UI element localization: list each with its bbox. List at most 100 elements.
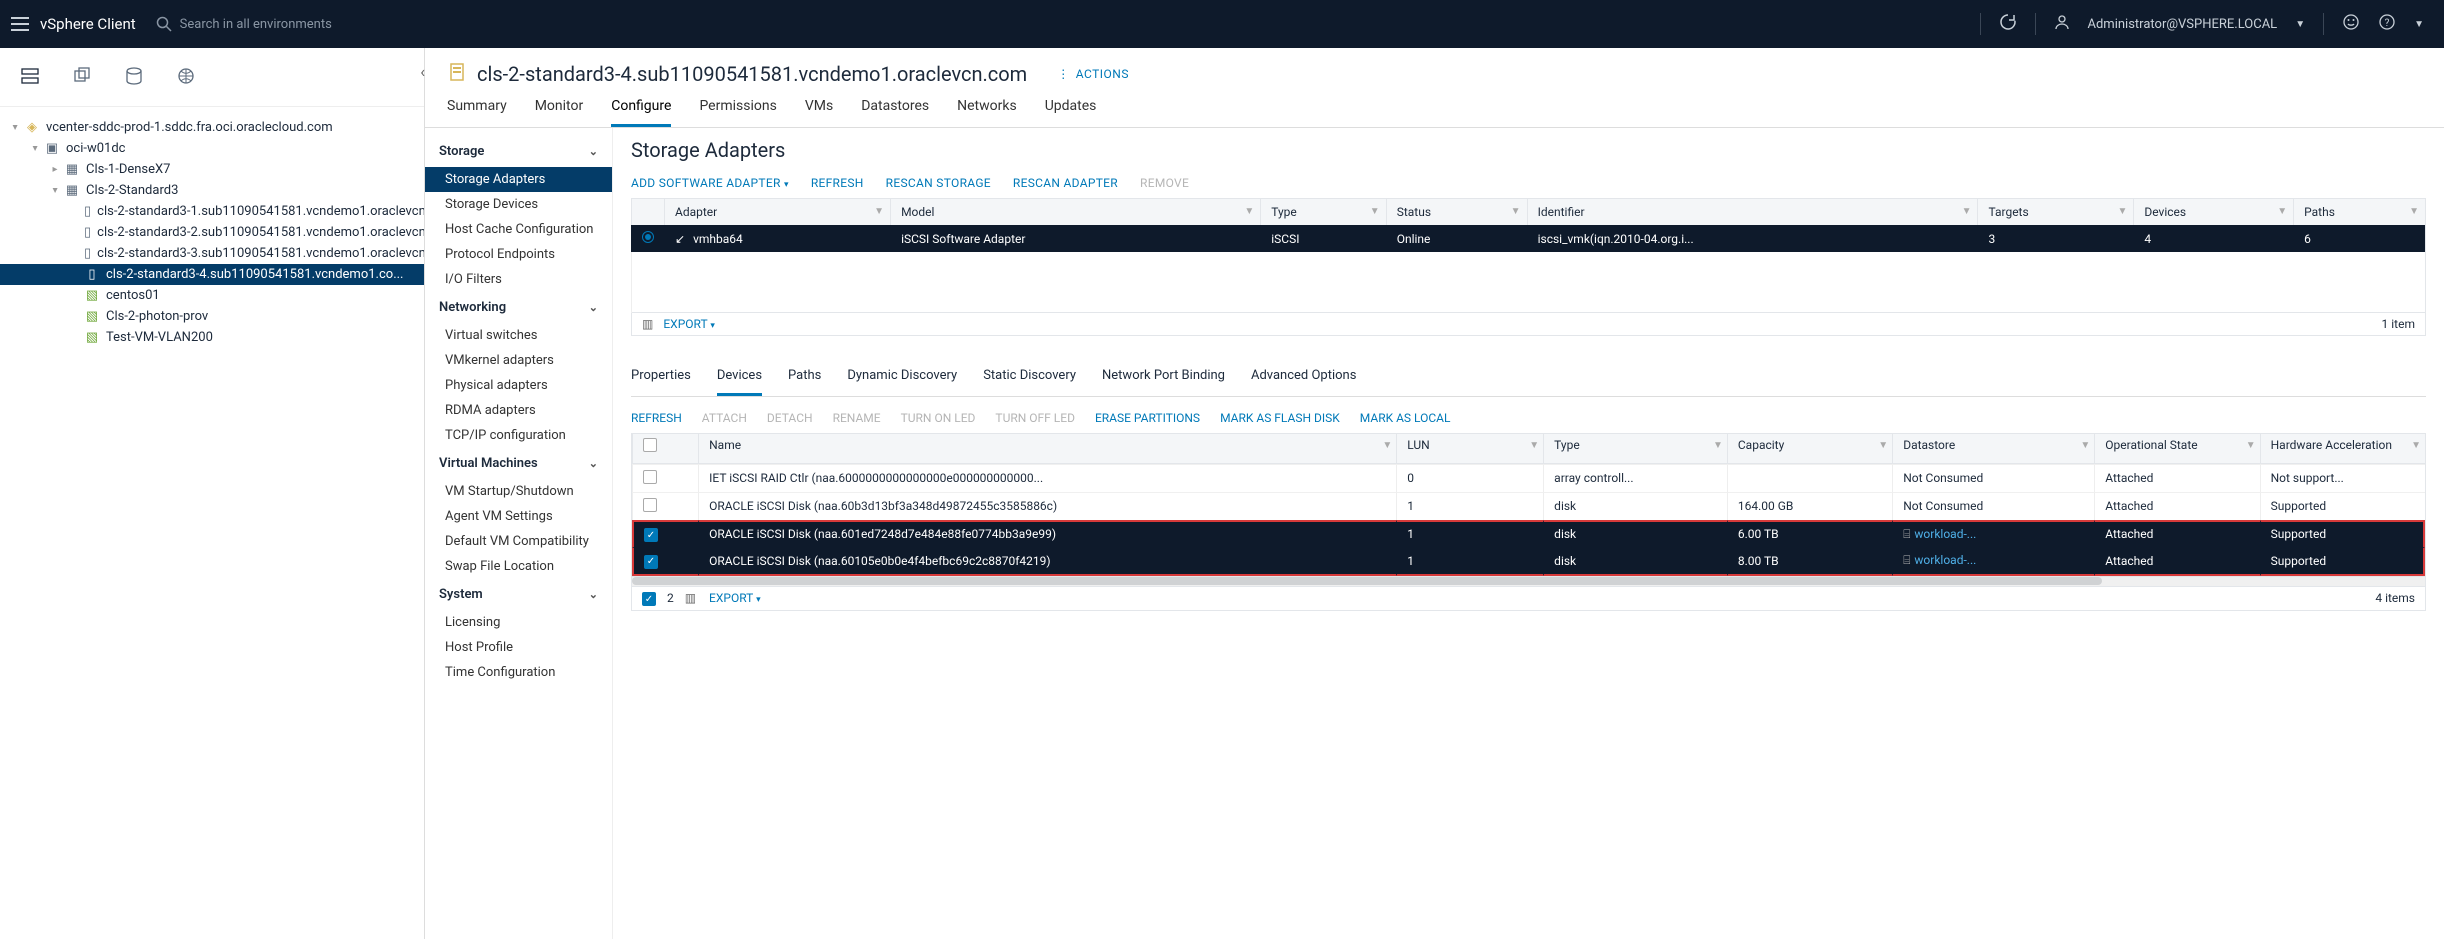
help-icon[interactable]: ? (2378, 13, 2396, 35)
cfg-item[interactable]: Swap File Location (425, 554, 612, 579)
radio-selected[interactable] (642, 231, 654, 243)
sub-tab-portbind[interactable]: Network Port Binding (1102, 360, 1225, 396)
cfg-group-system[interactable]: System⌄ (425, 579, 612, 610)
columns-icon[interactable]: ▥ (642, 317, 653, 331)
selection-indicator-checkbox[interactable]: ✓ (642, 592, 656, 606)
tree-cluster[interactable]: ▸▦Cls-1-DenseX7 (0, 159, 424, 180)
cfg-group-vm[interactable]: Virtual Machines⌄ (425, 448, 612, 479)
tree-host[interactable]: ▯cls-2-standard3-2.sub11090541581.vcndem… (0, 222, 424, 243)
col-paths[interactable]: Paths▼ (2294, 199, 2426, 226)
add-adapter-button[interactable]: ADD SOFTWARE ADAPTER ▾ (631, 176, 789, 190)
tree-vm[interactable]: ▧Test-VM-VLAN200 (0, 327, 424, 348)
row-checkbox-checked[interactable]: ✓ (644, 555, 658, 569)
storage-icon[interactable] (124, 66, 144, 92)
cfg-item[interactable]: TCP/IP configuration (425, 423, 612, 448)
row-checkbox-checked[interactable]: ✓ (644, 528, 658, 542)
col-devices[interactable]: Devices▼ (2134, 199, 2294, 226)
device-row[interactable]: IET iSCSI RAID Ctlr (naa.600000000000000… (632, 464, 2425, 492)
cfg-item[interactable]: Host Profile (425, 635, 612, 660)
dev-flash-button[interactable]: MARK AS FLASH DISK (1220, 411, 1340, 425)
col-capacity[interactable]: Capacity▼ (1727, 434, 1892, 464)
col-datastore[interactable]: Datastore▼ (1892, 434, 2094, 464)
row-checkbox[interactable] (643, 470, 657, 484)
hosts-clusters-icon[interactable] (20, 66, 40, 92)
col-targets[interactable]: Targets▼ (1978, 199, 2134, 226)
dev-erase-button[interactable]: ERASE PARTITIONS (1095, 411, 1200, 425)
cfg-item[interactable]: VMkernel adapters (425, 348, 612, 373)
chevron-down-icon[interactable]: ▼ (2295, 19, 2305, 30)
cfg-item[interactable]: Default VM Compatibility (425, 529, 612, 554)
cfg-group-networking[interactable]: Networking⌄ (425, 292, 612, 323)
col-name[interactable]: Name▼ (698, 434, 1396, 464)
sub-tab-static[interactable]: Static Discovery (983, 360, 1076, 396)
col-type[interactable]: Type▼ (1261, 199, 1386, 226)
col-opstate[interactable]: Operational State▼ (2094, 434, 2259, 464)
col-type[interactable]: Type▼ (1543, 434, 1727, 464)
horizontal-scrollbar[interactable] (631, 577, 2426, 587)
cfg-item[interactable]: Storage Devices (425, 192, 612, 217)
tree-host[interactable]: ▯cls-2-standard3-3.sub11090541581.vcndem… (0, 243, 424, 264)
select-all-checkbox[interactable] (643, 438, 657, 452)
cfg-item[interactable]: Virtual switches (425, 323, 612, 348)
sub-tab-paths[interactable]: Paths (788, 360, 821, 396)
cfg-item[interactable]: Agent VM Settings (425, 504, 612, 529)
row-checkbox[interactable] (643, 498, 657, 512)
cfg-group-storage[interactable]: Storage⌄ (425, 136, 612, 167)
user-label[interactable]: Administrator@VSPHERE.LOCAL (2088, 17, 2278, 32)
export-button[interactable]: EXPORT ▾ (663, 317, 715, 331)
sub-tab-advanced[interactable]: Advanced Options (1251, 360, 1356, 396)
vms-templates-icon[interactable] (72, 66, 92, 92)
tree-cluster[interactable]: ▸▦Cls-2-Standard3 (0, 180, 424, 201)
cfg-item[interactable]: Physical adapters (425, 373, 612, 398)
tree-host[interactable]: ▯cls-2-standard3-1.sub11090541581.vcndem… (0, 201, 424, 222)
actions-menu[interactable]: ACTIONS (1057, 67, 1129, 81)
tab-updates[interactable]: Updates (1045, 98, 1097, 127)
menu-icon[interactable] (0, 17, 40, 31)
col-status[interactable]: Status▼ (1386, 199, 1527, 226)
datastore-link[interactable]: workload-... (1914, 527, 1976, 541)
tab-summary[interactable]: Summary (447, 98, 507, 127)
device-row[interactable]: ORACLE iSCSI Disk (naa.60b3d13bf3a348d49… (632, 492, 2425, 520)
tab-monitor[interactable]: Monitor (535, 98, 584, 127)
cfg-item-storage-adapters[interactable]: Storage Adapters (425, 167, 612, 192)
dev-local-button[interactable]: MARK AS LOCAL (1360, 411, 1451, 425)
tree-datacenter[interactable]: ▸▣oci-w01dc (0, 138, 424, 159)
device-row-selected[interactable]: ✓ ORACLE iSCSI Disk (naa.60105e0b0e4f4be… (632, 547, 2425, 576)
sub-tab-properties[interactable]: Properties (631, 360, 691, 396)
sub-tab-dynamic[interactable]: Dynamic Discovery (847, 360, 957, 396)
cfg-item[interactable]: Host Cache Configuration (425, 217, 612, 242)
cfg-item[interactable]: Licensing (425, 610, 612, 635)
tab-networks[interactable]: Networks (957, 98, 1017, 127)
col-adapter[interactable]: Adapter▼ (665, 199, 891, 226)
dev-refresh-button[interactable]: REFRESH (631, 411, 682, 425)
tree-vm[interactable]: ▧centos01 (0, 285, 424, 306)
sub-tab-devices[interactable]: Devices (717, 360, 762, 396)
chevron-down-icon[interactable]: ▼ (2414, 19, 2424, 30)
rescan-adapter-button[interactable]: RESCAN ADAPTER (1013, 176, 1118, 190)
global-search[interactable]: Search in all environments (156, 16, 1980, 32)
cfg-item[interactable]: Protocol Endpoints (425, 242, 612, 267)
columns-icon[interactable]: ▥ (685, 591, 696, 605)
tab-datastores[interactable]: Datastores (861, 98, 929, 127)
refresh-button[interactable]: REFRESH (811, 176, 864, 190)
tree-host-selected[interactable]: ▯cls-2-standard3-4.sub11090541581.vcndem… (0, 264, 424, 285)
tree-vm[interactable]: ▧Cls-2-photon-prov (0, 306, 424, 327)
col-identifier[interactable]: Identifier▼ (1527, 199, 1978, 226)
tab-configure[interactable]: Configure (611, 98, 671, 127)
tree-vcenter[interactable]: ▸◈vcenter-sddc-prod-1.sddc.fra.oci.oracl… (0, 117, 424, 138)
col-model[interactable]: Model▼ (891, 199, 1261, 226)
col-hwaccel[interactable]: Hardware Acceleration▼ (2260, 434, 2425, 464)
collapse-panel-icon[interactable]: ‹ (420, 62, 425, 81)
tab-vms[interactable]: VMs (805, 98, 833, 127)
export-button[interactable]: EXPORT ▾ (709, 591, 761, 605)
col-lun[interactable]: LUN▼ (1396, 434, 1543, 464)
cfg-item[interactable]: RDMA adapters (425, 398, 612, 423)
rescan-storage-button[interactable]: RESCAN STORAGE (886, 176, 991, 190)
datastore-link[interactable]: workload-... (1914, 553, 1976, 567)
networking-icon[interactable] (176, 66, 196, 92)
cfg-item[interactable]: VM Startup/Shutdown (425, 479, 612, 504)
feedback-icon[interactable] (2342, 13, 2360, 35)
adapter-row[interactable]: ↙vmhba64 iSCSI Software Adapter iSCSI On… (632, 225, 2426, 252)
device-row-selected[interactable]: ✓ ORACLE iSCSI Disk (naa.601ed7248d7e484… (632, 520, 2425, 548)
refresh-icon[interactable] (1999, 13, 2017, 35)
